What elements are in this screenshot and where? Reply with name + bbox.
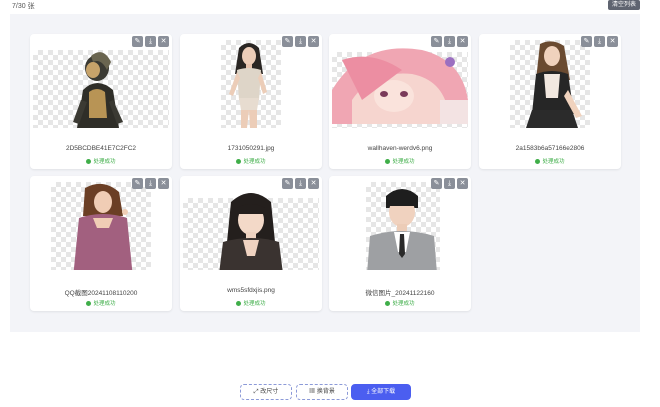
woman-figure-image [526, 41, 582, 128]
status-text: 处理成功 [392, 301, 415, 307]
image-thumbnail [183, 40, 319, 128]
status-text: 处理成功 [243, 301, 266, 307]
success-icon [86, 159, 92, 164]
status-text: 处理成功 [392, 159, 415, 165]
robot-figure-image [73, 52, 123, 128]
card-tools: ✎ ⤓ ✕ [431, 178, 468, 189]
status-badge: 处理成功 [479, 157, 621, 165]
success-icon [236, 159, 242, 164]
edit-icon[interactable]: ✎ [431, 178, 442, 189]
card-tools: ✎ ⤓ ✕ [132, 178, 169, 189]
status-badge: 处理成功 [180, 299, 322, 307]
download-icon[interactable]: ⤓ [444, 36, 455, 47]
anime-girl-image [332, 48, 468, 124]
download-icon[interactable]: ⤓ [594, 36, 605, 47]
status-badge: 处理成功 [30, 299, 172, 307]
card-tools: ✎ ⤓ ✕ [132, 36, 169, 47]
image-card[interactable]: ✎ ⤓ ✕ QQ截图20241108110200 处理成功 [30, 176, 172, 311]
status-badge: 处理成功 [180, 157, 322, 165]
image-card[interactable]: ✎ ⤓ ✕ 2a1583b6a57166e2806 处理成功 [479, 34, 621, 169]
status-badge: 处理成功 [329, 299, 471, 307]
card-tools: ✎ ⤓ ✕ [581, 36, 618, 47]
image-thumbnail [332, 182, 468, 270]
resize-icon: ⤢ [253, 389, 259, 395]
status-text: 处理成功 [243, 159, 266, 165]
close-icon[interactable]: ✕ [158, 178, 169, 189]
clear-list-button[interactable]: 清空列表 [608, 0, 641, 10]
status-text: 处理成功 [93, 159, 116, 165]
card-tools: ✎ ⤓ ✕ [431, 36, 468, 47]
success-icon [385, 301, 391, 306]
edit-icon[interactable]: ✎ [282, 36, 293, 47]
close-icon[interactable]: ✕ [457, 36, 468, 47]
close-icon[interactable]: ✕ [308, 36, 319, 47]
status-badge: 处理成功 [329, 157, 471, 165]
success-icon [86, 301, 92, 306]
download-all-label: 全部下载 [371, 389, 396, 395]
status-badge: 处理成功 [30, 157, 172, 165]
image-card[interactable]: ✎ ⤓ ✕ 1731050291.jpg 处理成功 [180, 34, 322, 169]
success-icon [236, 301, 242, 306]
file-name: 2a1583b6a57166e2806 [515, 145, 585, 152]
image-grid-panel: ✎ ⤓ ✕ 2D5BCDBE41E7C2FC2 处理成功 ✎ ⤓ ✕ 17310… [10, 14, 640, 332]
close-icon[interactable]: ✕ [457, 178, 468, 189]
success-icon [535, 159, 541, 164]
download-icon: ⤓ [366, 389, 370, 395]
image-card[interactable]: ✎ ⤓ ✕ wallhaven-werdv6.png 处理成功 [329, 34, 471, 169]
image-count: 7/30 张 [12, 3, 35, 10]
file-name: wallhaven-werdv6.png [367, 145, 433, 152]
image-thumbnail [332, 40, 468, 128]
download-icon[interactable]: ⤓ [295, 178, 306, 189]
top-bar: 7/30 张 清空列表 [0, 0, 660, 12]
image-card[interactable]: ✎ ⤓ ✕ wms5sfdxjis.png 处理成功 [180, 176, 322, 311]
resize-label: 改尺寸 [260, 389, 279, 395]
woman-figure-image [73, 183, 133, 270]
status-text: 处理成功 [93, 301, 116, 307]
resize-button[interactable]: ⤢ 改尺寸 [240, 384, 292, 400]
close-icon[interactable]: ✕ [308, 178, 319, 189]
edit-icon[interactable]: ✎ [132, 178, 143, 189]
man-portrait-image [367, 189, 437, 270]
download-icon[interactable]: ⤓ [145, 178, 156, 189]
image-thumbnail [33, 40, 169, 128]
image-card[interactable]: ✎ ⤓ ✕ 2D5BCDBE41E7C2FC2 处理成功 [30, 34, 172, 169]
file-name: 微信图片_20241122160 [365, 290, 435, 297]
edit-icon[interactable]: ✎ [431, 36, 442, 47]
file-name: 2D5BCDBE41E7C2FC2 [65, 145, 137, 152]
file-name: wms5sfdxjis.png [227, 287, 275, 294]
success-icon [385, 159, 391, 164]
card-tools: ✎ ⤓ ✕ [282, 178, 319, 189]
download-icon[interactable]: ⤓ [295, 36, 306, 47]
woman-figure-image [229, 43, 267, 128]
image-thumbnail [33, 182, 169, 270]
file-name: QQ截图20241108110200 [64, 290, 138, 297]
edit-icon[interactable]: ✎ [581, 36, 592, 47]
grid-icon: ▦ [309, 389, 316, 395]
card-tools: ✎ ⤓ ✕ [282, 36, 319, 47]
change-background-label: 换背景 [316, 389, 335, 395]
file-name: 1731050291.jpg [227, 145, 275, 152]
download-all-button[interactable]: ⤓ 全部下载 [351, 384, 411, 400]
edit-icon[interactable]: ✎ [282, 178, 293, 189]
download-icon[interactable]: ⤓ [444, 178, 455, 189]
image-thumbnail [482, 40, 618, 128]
download-icon[interactable]: ⤓ [145, 36, 156, 47]
change-background-button[interactable]: ▦ 换背景 [296, 384, 348, 400]
close-icon[interactable]: ✕ [607, 36, 618, 47]
image-card[interactable]: ✎ ⤓ ✕ 微信图片_20241122160 处理成功 [329, 176, 471, 311]
edit-icon[interactable]: ✎ [132, 36, 143, 47]
close-icon[interactable]: ✕ [158, 36, 169, 47]
woman-portrait-image [219, 193, 283, 270]
image-thumbnail [183, 182, 319, 270]
status-text: 处理成功 [542, 159, 565, 165]
